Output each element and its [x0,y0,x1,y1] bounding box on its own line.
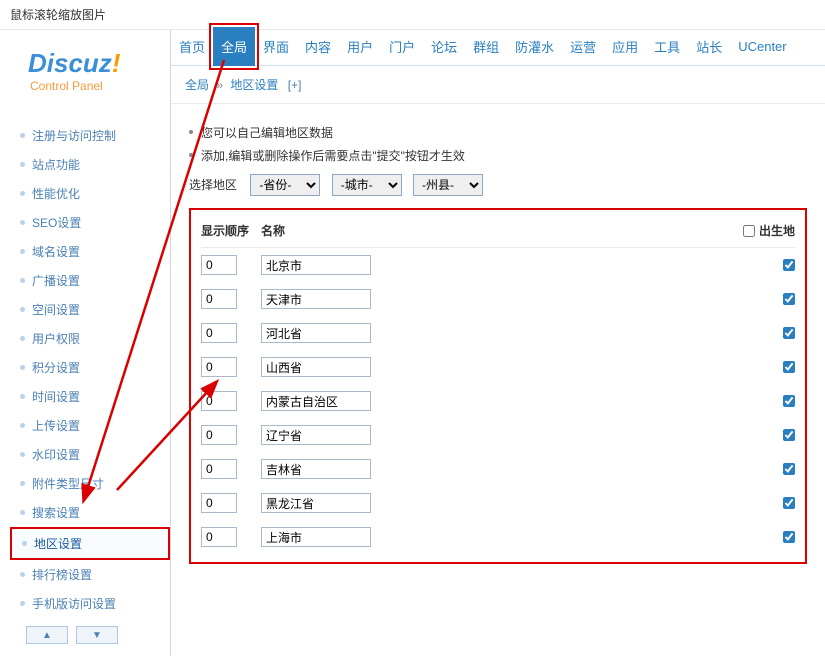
sidebar-item-7[interactable]: 用户权限 [10,324,170,353]
county-select[interactable]: -州县- [413,174,483,196]
th-birth: 出生地 [735,222,795,239]
sidebar-item-10[interactable]: 上传设置 [10,411,170,440]
sidebar-item-3[interactable]: SEO设置 [10,208,170,237]
topnav: 首页全局界面内容用户门户论坛群组防灌水运营应用工具站长UCenter [171,30,825,66]
sidebar-up-button[interactable]: ▲ [26,626,68,644]
sidebar-item-2[interactable]: 性能优化 [10,179,170,208]
sidebar-item-4[interactable]: 域名设置 [10,237,170,266]
table-row [201,520,795,554]
nav-论坛[interactable]: 论坛 [423,27,465,66]
table-row [201,452,795,486]
birth-checkbox-8[interactable] [783,531,795,543]
table-header: 显示顺序 名称 出生地 [201,218,795,248]
name-input-2[interactable] [261,323,371,343]
birth-checkbox-1[interactable] [783,293,795,305]
birth-checkbox-2[interactable] [783,327,795,339]
sidebar-item-8[interactable]: 积分设置 [10,353,170,382]
order-input-8[interactable] [201,527,237,547]
window-caption: 鼠标滚轮缩放图片 [0,0,825,30]
breadcrumb-current: 地区设置 [230,78,278,92]
th-order: 显示顺序 [201,222,261,239]
nav-界面[interactable]: 界面 [255,27,297,66]
birth-checkbox-4[interactable] [783,395,795,407]
nav-用户[interactable]: 用户 [339,27,381,66]
sidebar-item-9[interactable]: 时间设置 [10,382,170,411]
order-input-2[interactable] [201,323,237,343]
table-row [201,282,795,316]
sidebar-item-0[interactable]: 注册与访问控制 [10,121,170,150]
sidebar-item-15[interactable]: 排行榜设置 [10,560,170,589]
table-row [201,248,795,282]
breadcrumb-add[interactable]: [+] [288,78,302,92]
nav-首页[interactable]: 首页 [171,27,213,66]
nav-门户[interactable]: 门户 [381,27,423,66]
table-row [201,350,795,384]
province-select[interactable]: -省份- [250,174,320,196]
order-input-5[interactable] [201,425,237,445]
breadcrumb-sep: » [216,78,223,92]
order-input-0[interactable] [201,255,237,275]
nav-全局[interactable]: 全局 [213,27,255,66]
tip-line-2: 添加,编辑或删除操作后需要点击"提交"按钮才生效 [189,147,807,164]
birth-checkbox-6[interactable] [783,463,795,475]
name-input-0[interactable] [261,255,371,275]
table-row [201,384,795,418]
region-table: 显示顺序 名称 出生地 [189,208,807,564]
order-input-3[interactable] [201,357,237,377]
name-input-5[interactable] [261,425,371,445]
nav-应用[interactable]: 应用 [604,27,646,66]
region-select-label: 选择地区 [189,178,237,192]
nav-运营[interactable]: 运营 [562,27,604,66]
sidebar-list: 注册与访问控制站点功能性能优化SEO设置域名设置广播设置空间设置用户权限积分设置… [10,121,170,618]
order-input-1[interactable] [201,289,237,309]
birth-checkbox-0[interactable] [783,259,795,271]
sidebar: Discuz! Control Panel 注册与访问控制站点功能性能优化SEO… [0,30,170,656]
birth-checkbox-3[interactable] [783,361,795,373]
sidebar-item-14[interactable]: 地区设置 [10,527,170,560]
birth-checkbox-5[interactable] [783,429,795,441]
name-input-1[interactable] [261,289,371,309]
name-input-8[interactable] [261,527,371,547]
nav-防灌水[interactable]: 防灌水 [507,27,562,66]
table-body [201,248,795,554]
th-name: 名称 [261,222,735,239]
app-container: Discuz! Control Panel 注册与访问控制站点功能性能优化SEO… [0,30,825,656]
name-input-7[interactable] [261,493,371,513]
city-select[interactable]: -城市- [332,174,402,196]
th-birth-label: 出生地 [759,222,795,239]
order-input-7[interactable] [201,493,237,513]
name-input-3[interactable] [261,357,371,377]
nav-群组[interactable]: 群组 [465,27,507,66]
breadcrumb: 全局 » 地区设置 [+] [171,66,825,104]
nav-UCenter[interactable]: UCenter [730,29,794,64]
sidebar-down-button[interactable]: ▼ [76,626,118,644]
nav-站长[interactable]: 站长 [688,27,730,66]
logo: Discuz! [28,48,170,79]
sidebar-item-13[interactable]: 搜索设置 [10,498,170,527]
nav-工具[interactable]: 工具 [646,27,688,66]
main: 首页全局界面内容用户门户论坛群组防灌水运营应用工具站长UCenter 全局 » … [170,30,825,656]
sidebar-nav-btns: ▲ ▼ [26,626,170,644]
breadcrumb-root[interactable]: 全局 [185,78,209,92]
sidebar-item-5[interactable]: 广播设置 [10,266,170,295]
order-input-6[interactable] [201,459,237,479]
sidebar-item-6[interactable]: 空间设置 [10,295,170,324]
logo-sub: Control Panel [30,79,170,93]
order-input-4[interactable] [201,391,237,411]
sidebar-item-1[interactable]: 站点功能 [10,150,170,179]
name-input-6[interactable] [261,459,371,479]
table-row [201,486,795,520]
th-birth-checkbox[interactable] [743,225,755,237]
table-row [201,418,795,452]
table-row [201,316,795,350]
content: 您可以自己编辑地区数据 添加,编辑或删除操作后需要点击"提交"按钮才生效 选择地… [171,104,825,578]
nav-内容[interactable]: 内容 [297,27,339,66]
name-input-4[interactable] [261,391,371,411]
sidebar-item-11[interactable]: 水印设置 [10,440,170,469]
sidebar-item-12[interactable]: 附件类型尺寸 [10,469,170,498]
tip-line-1: 您可以自己编辑地区数据 [189,124,807,141]
region-select-row: 选择地区 -省份- -城市- -州县- [189,174,807,196]
birth-checkbox-7[interactable] [783,497,795,509]
sidebar-item-16[interactable]: 手机版访问设置 [10,589,170,618]
